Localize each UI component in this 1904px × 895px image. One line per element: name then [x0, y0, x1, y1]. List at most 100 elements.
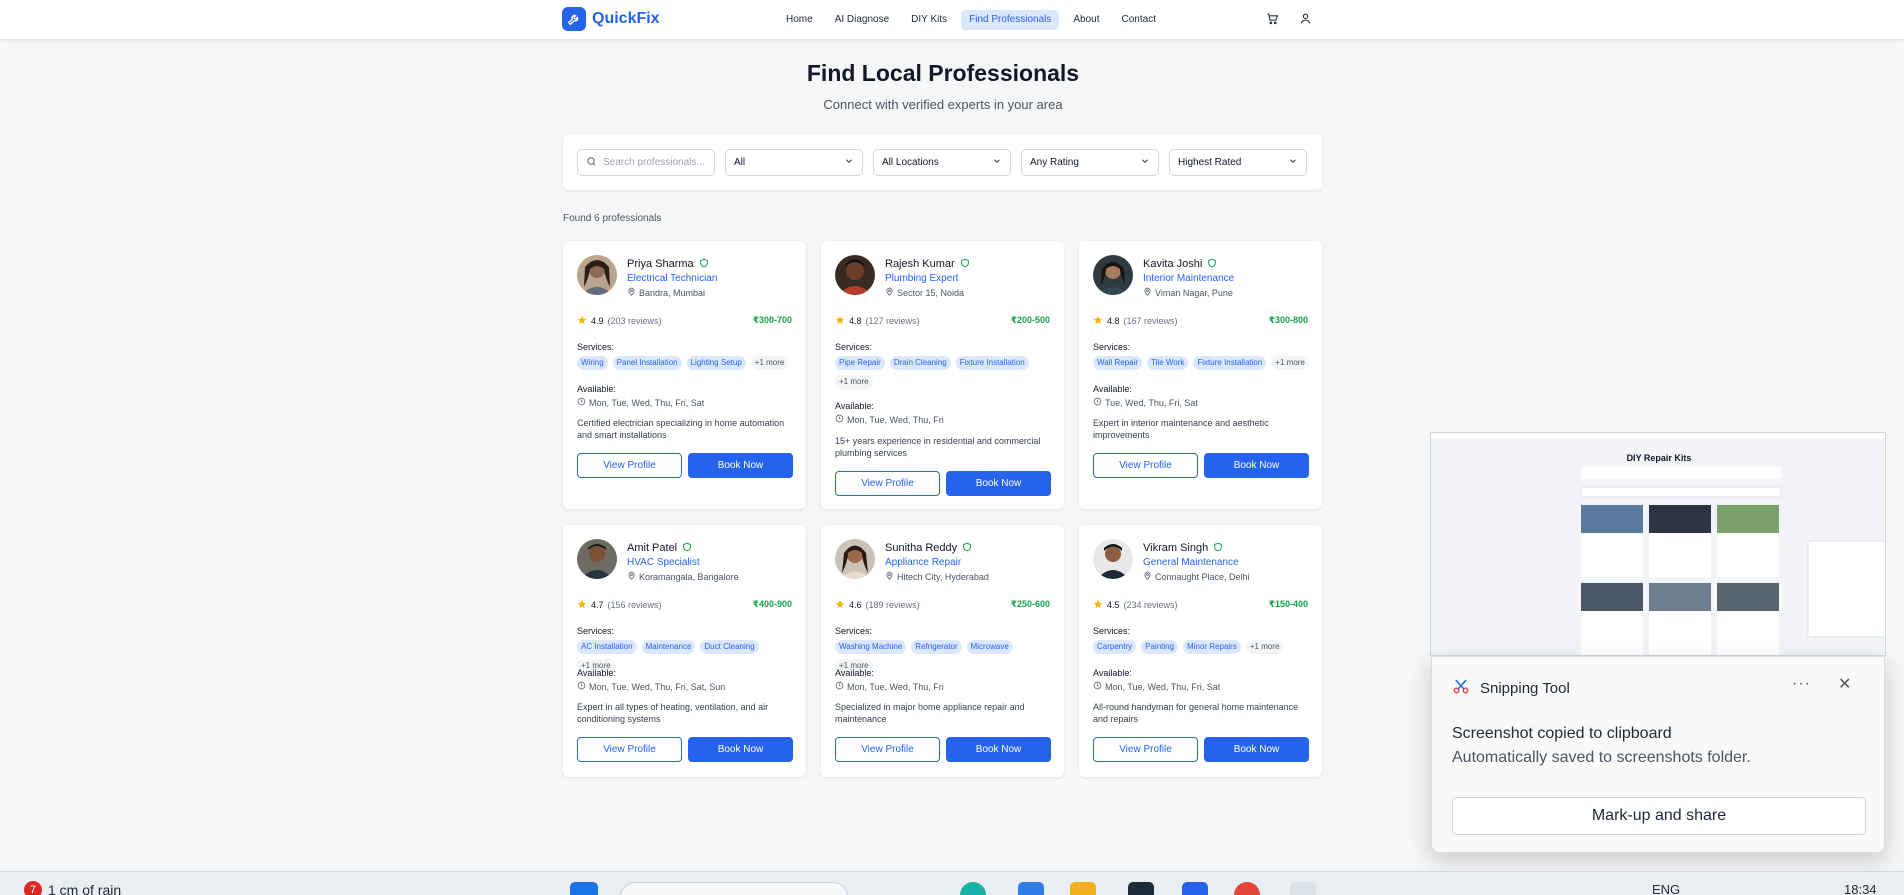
professional-name: Priya Sharma — [627, 258, 694, 270]
nav-icons — [1266, 12, 1312, 30]
opera-icon[interactable] — [1234, 882, 1260, 895]
nav-link-about[interactable]: About — [1065, 10, 1107, 30]
nav-link-ai-diagnose[interactable]: AI Diagnose — [827, 10, 897, 30]
clock-time[interactable]: 18:34 — [1844, 882, 1877, 895]
available-label: Available: — [1093, 384, 1132, 394]
verified-shield-icon — [682, 539, 692, 557]
map-pin-icon — [885, 571, 894, 582]
chevron-down-icon — [1140, 156, 1150, 169]
book-now-button[interactable]: Book Now — [688, 453, 793, 478]
category-select[interactable]: All — [725, 149, 863, 176]
terminal-icon[interactable] — [1128, 882, 1154, 895]
file-explorer-icon[interactable] — [1070, 882, 1096, 895]
search-input[interactable] — [603, 157, 713, 168]
user-icon[interactable] — [1299, 12, 1312, 30]
professional-role: Plumbing Expert — [885, 273, 959, 284]
location-row: Viman Nagar, Pune — [1143, 287, 1233, 298]
language-indicator[interactable]: ENG — [1652, 882, 1680, 895]
service-tag: Wall Repair — [1093, 356, 1143, 370]
view-profile-button[interactable]: View Profile — [835, 471, 940, 496]
chevron-down-icon — [844, 156, 854, 169]
clock-icon — [1093, 397, 1102, 408]
avatar — [1093, 255, 1133, 295]
service-tags: Pipe Repair Drain Cleaning Fixture Insta… — [835, 356, 1051, 389]
availability-row: Mon, Tue, Wed, Thu, Fri, Sat, Sun — [577, 681, 725, 692]
professional-location: Bandra, Mumbai — [639, 287, 706, 298]
mark-up-and-share-button[interactable]: Mark-up and share — [1452, 797, 1866, 835]
star-icon — [577, 315, 587, 327]
clock-icon — [1093, 681, 1102, 692]
available-label: Available: — [577, 384, 616, 394]
category-select-value: All — [734, 157, 746, 168]
cart-icon[interactable] — [1266, 12, 1279, 30]
wrench-icon — [562, 7, 586, 31]
book-now-button[interactable]: Book Now — [946, 737, 1051, 762]
service-tag: Pipe Repair — [835, 356, 885, 370]
card-actions: View Profile Book Now — [835, 737, 1051, 762]
nav-link-diy-kits[interactable]: DIY Kits — [903, 10, 955, 30]
rating-row: 4.7 (156 reviews) — [577, 599, 662, 611]
map-pin-icon — [627, 571, 636, 582]
price-range: ₹300-700 — [752, 315, 792, 325]
view-profile-button[interactable]: View Profile — [1093, 453, 1198, 478]
view-profile-button[interactable]: View Profile — [835, 737, 940, 762]
book-now-button[interactable]: Book Now — [1204, 453, 1309, 478]
rating-select[interactable]: Any Rating — [1021, 149, 1159, 176]
availability-days: Mon, Tue, Wed, Thu, Fri — [847, 414, 944, 425]
professional-name: Vikram Singh — [1143, 542, 1209, 554]
nav-link-find-professionals[interactable]: Find Professionals — [961, 10, 1060, 30]
results-count: Found 6 professionals — [563, 213, 662, 224]
filter-bar: All All Locations Any Rating Highest Rat… — [563, 134, 1322, 190]
view-profile-button[interactable]: View Profile — [577, 737, 682, 762]
services-label: Services: — [1093, 342, 1131, 352]
screenshot-thumbnail[interactable]: DIY Repair Kits — [1430, 432, 1886, 656]
book-now-button[interactable]: Book Now — [688, 737, 793, 762]
price-range: ₹200-500 — [1010, 315, 1050, 325]
store-icon[interactable] — [1018, 882, 1044, 895]
book-now-button[interactable]: Book Now — [946, 471, 1051, 496]
view-profile-button[interactable]: View Profile — [577, 453, 682, 478]
rating-value: 4.6 — [849, 600, 862, 610]
service-tag: Carpentry — [1093, 640, 1137, 654]
nav-link-contact[interactable]: Contact — [1114, 10, 1164, 30]
weather-widget[interactable]: 7 1 cm of rain — [24, 881, 121, 895]
brand-name: QuickFix — [592, 10, 660, 27]
map-pin-icon — [627, 287, 636, 298]
star-icon — [1093, 315, 1103, 327]
card-actions: View Profile Book Now — [577, 453, 793, 478]
location-row: Hitech City, Hyderabad — [885, 571, 989, 582]
name-row: Rajesh Kumar — [885, 255, 970, 273]
start-icon[interactable] — [570, 882, 598, 895]
rating-value: 4.5 — [1107, 600, 1120, 610]
availability-row: Tue, Wed, Thu, Fri, Sat — [1093, 397, 1198, 408]
sort-select[interactable]: Highest Rated — [1169, 149, 1307, 176]
availability-days: Mon, Tue, Wed, Thu, Fri — [847, 681, 944, 692]
brand-logo[interactable]: QuickFix — [562, 7, 660, 31]
star-icon — [1093, 599, 1103, 611]
search-box[interactable] — [577, 149, 715, 176]
notification-message: Screenshot copied to clipboard — [1452, 725, 1672, 742]
close-icon[interactable]: ✕ — [1838, 674, 1851, 694]
star-icon — [577, 599, 587, 611]
nav-link-home[interactable]: Home — [778, 10, 821, 30]
thumbnail-title: DIY Repair Kits — [1626, 453, 1692, 463]
edge-icon[interactable] — [960, 882, 986, 895]
book-now-button[interactable]: Book Now — [1204, 737, 1309, 762]
taskbar: 7 1 cm of rain ENG 18:34 — [0, 871, 1904, 895]
name-row: Priya Sharma — [627, 255, 709, 273]
mail-icon[interactable] — [1182, 882, 1208, 895]
page-title: Find Local Professionals — [806, 60, 1080, 86]
availability-days: Tue, Wed, Thu, Fri, Sat — [1105, 397, 1198, 408]
view-profile-button[interactable]: View Profile — [1093, 737, 1198, 762]
taskbar-search-box[interactable] — [620, 882, 848, 895]
professional-location: Hitech City, Hyderabad — [897, 571, 989, 582]
card-actions: View Profile Book Now — [1093, 453, 1309, 478]
avatar — [835, 539, 875, 579]
professional-role: General Maintenance — [1143, 557, 1239, 568]
snipping-tool-taskbar-icon[interactable] — [1290, 882, 1316, 895]
professional-location: Koramangala, Bangalore — [639, 571, 739, 582]
service-tag: Lighting Setup — [686, 356, 746, 370]
more-options-icon[interactable]: ··· — [1792, 675, 1811, 693]
verified-shield-icon — [1213, 539, 1223, 557]
location-select[interactable]: All Locations — [873, 149, 1011, 176]
